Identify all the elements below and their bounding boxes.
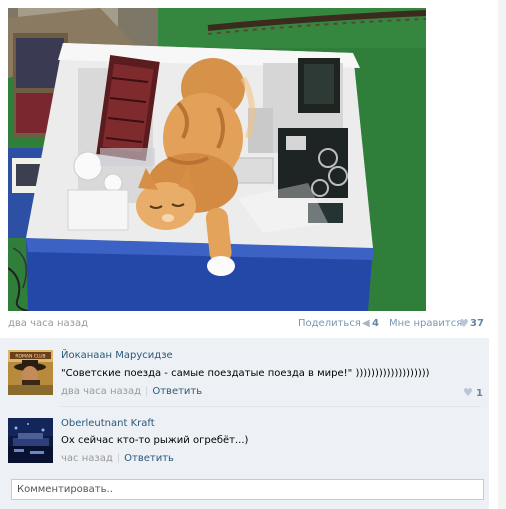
comment-author[interactable]: Oberleutnant Kraft [61, 418, 155, 429]
post-time[interactable]: два часа назад [8, 318, 88, 329]
comment-meta: два часа назад | Ответить [61, 386, 203, 397]
comment-time[interactable]: час назад [61, 453, 113, 464]
avatar-badge-text: ROMAN CLUB [15, 354, 45, 360]
comment-input[interactable] [11, 479, 484, 500]
like-count: 37 [470, 318, 484, 329]
post-footer: два часа назад Поделиться ◀ 4 Мне нравит… [8, 317, 484, 332]
reply-button[interactable]: Ответить [124, 453, 174, 464]
comment-text: Ох сейчас кто-то рыжий огребёт...) [61, 435, 249, 446]
comment-composer [0, 474, 489, 509]
comment: ROMAN CLUB Йоканаан Марусидзе "Советские… [0, 338, 489, 406]
comment-like-count: 1 [476, 388, 483, 399]
comment-like-button[interactable]: ♥ 1 [463, 386, 483, 399]
avatar[interactable]: ROMAN CLUB [8, 350, 53, 395]
heart-icon[interactable]: ♥ [459, 317, 469, 330]
reply-button[interactable]: Ответить [152, 386, 202, 397]
comment-meta: час назад | Ответить [61, 453, 174, 464]
cat-in-train-box-image [8, 8, 426, 311]
megaphone-icon: ◀ [362, 318, 370, 329]
share-count: 4 [372, 318, 379, 329]
comment-time[interactable]: два часа назад [61, 386, 141, 397]
post-photo[interactable] [8, 8, 426, 311]
share-button[interactable]: Поделиться [298, 318, 361, 329]
heart-icon: ♥ [462, 386, 473, 399]
avatar[interactable] [8, 418, 53, 463]
like-button[interactable]: Мне нравится [389, 318, 462, 329]
comment-author[interactable]: Йоканаан Марусидзе [61, 350, 173, 361]
comment: Oberleutnant Kraft Ох сейчас кто-то рыжи… [0, 406, 489, 474]
page-scrollbar[interactable] [498, 0, 506, 509]
comments-section: ROMAN CLUB Йоканаан Марусидзе "Советские… [0, 338, 489, 509]
comment-text: "Советские поезда - самые поездатые поез… [61, 368, 430, 379]
